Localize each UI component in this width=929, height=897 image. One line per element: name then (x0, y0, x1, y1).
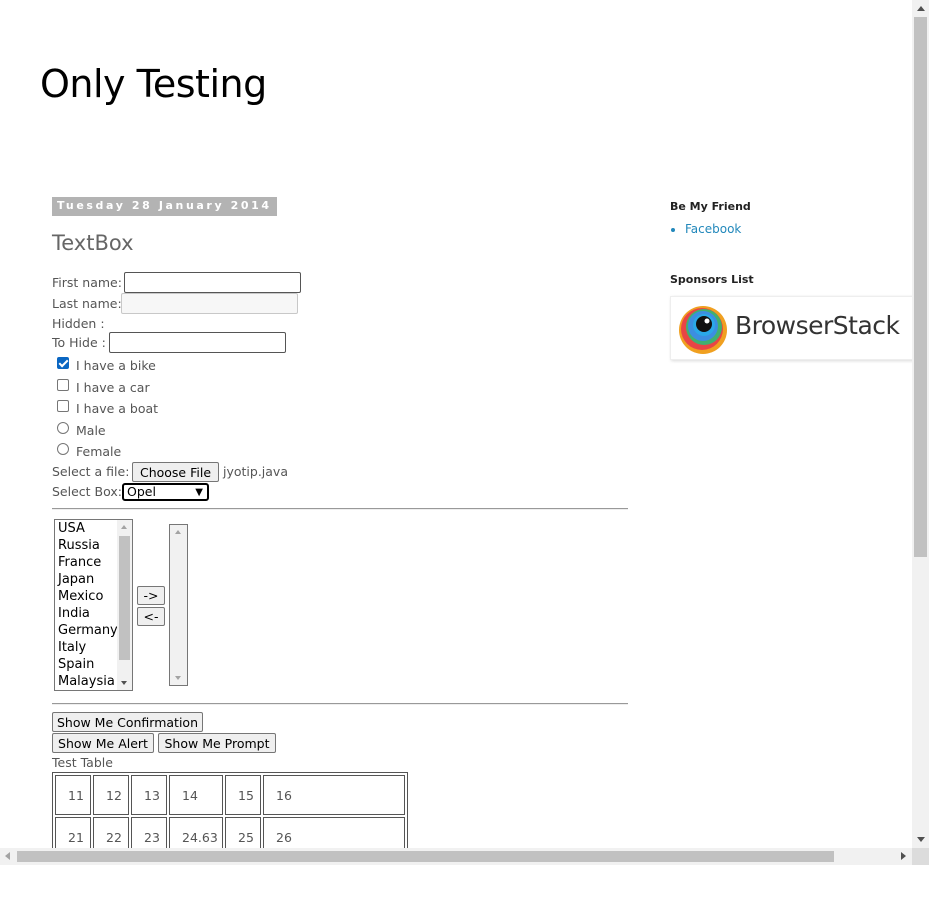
scroll-right-icon[interactable] (901, 852, 906, 860)
choose-file-button[interactable]: Choose File (132, 462, 219, 482)
facebook-link[interactable]: Facebook (685, 222, 741, 236)
bike-label: I have a bike (76, 358, 156, 373)
list-item[interactable]: Mexico (58, 588, 118, 605)
vertical-scrollbar[interactable] (912, 0, 929, 848)
horizontal-scrollbar[interactable] (0, 848, 912, 865)
list-item[interactable]: Russia (58, 537, 118, 554)
list-item[interactable]: Malaysia (58, 673, 118, 690)
to-hide-input[interactable] (109, 332, 286, 353)
list-item[interactable]: France (58, 554, 118, 571)
browserstack-banner[interactable]: BrowserStack (670, 296, 915, 360)
show-alert-button[interactable]: Show Me Alert (52, 733, 154, 753)
blog-title[interactable]: Only Testing (40, 62, 267, 106)
file-label: Select a file: (52, 464, 130, 479)
selected-listbox[interactable] (169, 524, 188, 686)
move-left-button[interactable]: <- (137, 607, 165, 626)
show-confirmation-button[interactable]: Show Me Confirmation (52, 712, 203, 732)
scroll-up-icon[interactable] (121, 525, 127, 529)
scroll-left-icon[interactable] (5, 852, 10, 860)
list-item[interactable]: Germany (58, 622, 118, 639)
last-name-input (121, 293, 298, 314)
chevron-down-icon: ▼ (195, 487, 203, 498)
car-checkbox[interactable] (57, 379, 69, 391)
last-name-label: Last name: (52, 296, 122, 311)
first-name-input[interactable] (124, 272, 301, 293)
scrollbar-corner (912, 848, 929, 865)
select-box-label: Select Box: (52, 484, 122, 499)
table-cell: 12 (93, 775, 129, 815)
horizontal-scroll-thumb[interactable] (17, 851, 834, 862)
selected-listbox-scrollbar[interactable] (170, 525, 187, 685)
table-cell: 15 (225, 775, 261, 815)
vertical-scroll-thumb[interactable] (914, 17, 927, 557)
listbox-scroll-thumb[interactable] (119, 536, 130, 660)
divider (52, 508, 628, 510)
country-list: USA Russia France Japan Mexico India Ger… (58, 520, 118, 690)
first-name-label: First name: (52, 275, 122, 290)
list-item[interactable]: Italy (58, 639, 118, 656)
table-cell: 11 (55, 775, 91, 815)
divider (52, 703, 628, 705)
to-hide-label: To Hide : (52, 335, 106, 350)
friend-links: Facebook (670, 222, 915, 236)
scroll-down-icon[interactable] (121, 681, 127, 685)
car-label: I have a car (76, 380, 150, 395)
sidebar: Be My Friend Facebook Sponsors List Brow… (670, 200, 915, 360)
list-item[interactable]: India (58, 605, 118, 622)
car-select-value: Opel (127, 484, 156, 499)
scroll-down-icon[interactable] (175, 676, 181, 680)
move-right-button[interactable]: -> (137, 586, 165, 605)
table-row: 11 12 13 14 15 16 (55, 775, 405, 815)
male-radio[interactable] (57, 422, 69, 434)
boat-checkbox[interactable] (57, 400, 69, 412)
scroll-up-icon[interactable] (917, 6, 925, 11)
browserstack-logo-icon (679, 306, 727, 354)
post-body: First name: Last name: Hidden : To Hide … (52, 197, 628, 897)
table-cell: 13 (131, 775, 167, 815)
list-item[interactable]: USA (58, 520, 118, 537)
browserstack-wordmark: BrowserStack (735, 311, 900, 340)
list-item[interactable]: Spain (58, 656, 118, 673)
country-listbox[interactable]: USA Russia France Japan Mexico India Ger… (54, 519, 133, 691)
male-label: Male (76, 423, 106, 438)
listbox-scrollbar[interactable] (117, 520, 132, 690)
hidden-label: Hidden : (52, 316, 105, 331)
show-prompt-button[interactable]: Show Me Prompt (158, 733, 276, 753)
female-label: Female (76, 444, 122, 459)
file-name: jyotip.java (223, 464, 288, 479)
table-cell: 16 (263, 775, 405, 815)
list-item[interactable]: Japan (58, 571, 118, 588)
be-my-friend-title: Be My Friend (670, 200, 751, 213)
female-radio[interactable] (57, 443, 69, 455)
table-cell: 14 (169, 775, 223, 815)
bike-checkbox[interactable] (57, 357, 69, 369)
post-area: Tuesday 28 January 2014 TextBox First na… (52, 197, 628, 860)
sponsors-title: Sponsors List (670, 273, 754, 286)
scroll-down-icon[interactable] (917, 837, 925, 842)
facebook-link-item: Facebook (685, 222, 915, 236)
test-table: 11 12 13 14 15 16 21 22 23 24.63 25 26 (52, 772, 408, 860)
table-caption: Test Table (52, 755, 113, 770)
scroll-up-icon[interactable] (175, 530, 181, 534)
boat-label: I have a boat (76, 401, 159, 416)
car-select[interactable]: Opel ▼ (122, 483, 209, 501)
